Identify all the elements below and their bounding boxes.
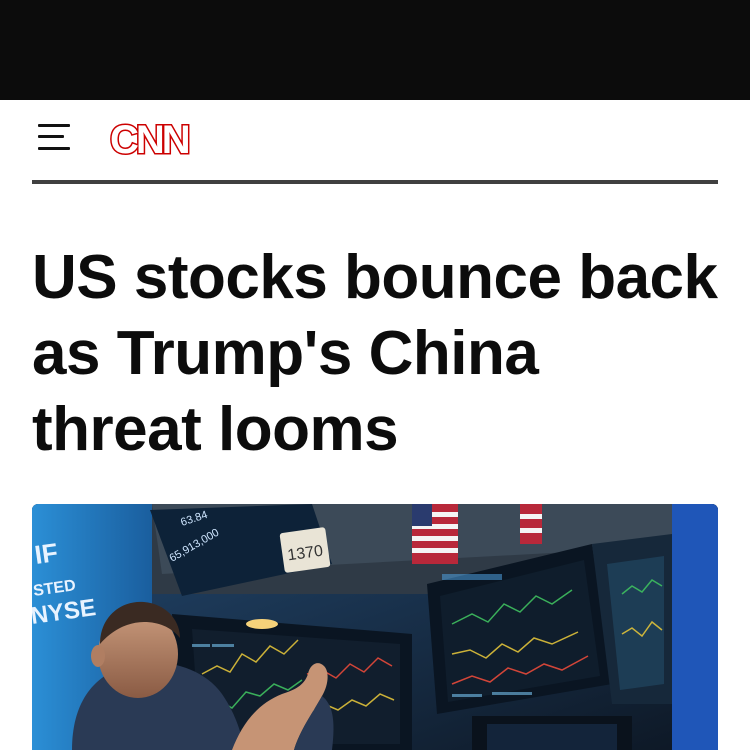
header-divider xyxy=(32,180,718,184)
hamburger-menu-icon[interactable] xyxy=(32,120,80,160)
article-headline: US stocks bounce back as Trump's China t… xyxy=(32,243,718,464)
site-header: CNN xyxy=(0,100,750,184)
hero-image[interactable]: IF STED NYSE 63.84 65,913,000 1370 xyxy=(32,504,718,750)
status-bar xyxy=(0,0,750,100)
hero-image-illustration: IF STED NYSE 63.84 65,913,000 1370 xyxy=(32,504,718,750)
svg-text:IF: IF xyxy=(33,537,60,570)
logo-text: CNN xyxy=(109,117,193,164)
cnn-logo[interactable]: CNN xyxy=(109,116,206,164)
